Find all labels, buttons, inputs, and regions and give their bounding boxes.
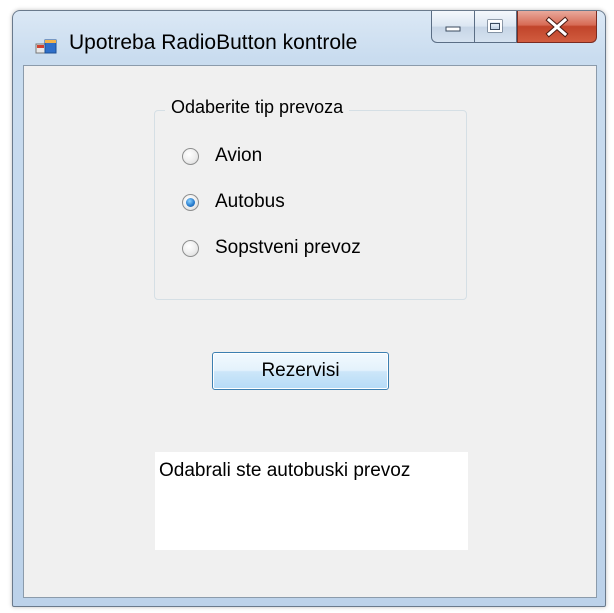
minimize-icon (445, 26, 461, 32)
radio-label-sopstveni-prevoz: Sopstveni prevoz (215, 237, 361, 258)
radio-button-autobus[interactable] (182, 193, 199, 211)
close-button[interactable] (517, 11, 597, 43)
application-window: Upotreba RadioButton kontrole Odaberite … (12, 10, 606, 607)
close-icon (545, 16, 569, 38)
result-text: Odabrali ste autobuski prevoz (155, 452, 468, 550)
minimize-button[interactable] (431, 11, 475, 43)
radio-label-avion: Avion (215, 145, 263, 166)
radio-option-avion[interactable]: Avion (182, 144, 262, 168)
radio-button-avion[interactable] (182, 147, 199, 165)
form-client-area: Odaberite tip prevoza Avion Autobus Sops… (23, 65, 597, 598)
windows-form-icon (35, 39, 57, 54)
radio-label-autobus: Autobus (215, 191, 285, 212)
reserve-button[interactable]: Rezervisi (212, 352, 389, 390)
maximize-button[interactable] (475, 11, 517, 43)
maximize-icon (487, 19, 503, 33)
title-bar[interactable]: Upotreba RadioButton kontrole (13, 11, 605, 65)
groupbox-title: Odaberite tip prevoza (165, 97, 350, 118)
radio-option-autobus[interactable]: Autobus (182, 190, 285, 214)
window-title: Upotreba RadioButton kontrole (69, 31, 358, 54)
radio-option-sopstveni-prevoz[interactable]: Sopstveni prevoz (182, 236, 361, 260)
radio-button-sopstveni-prevoz[interactable] (182, 239, 199, 257)
